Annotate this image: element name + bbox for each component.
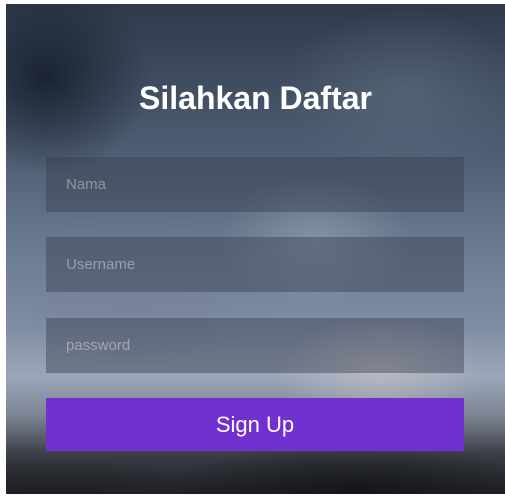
signup-card: Silahkan Daftar Sign Up [6, 4, 505, 494]
page-title: Silahkan Daftar [139, 80, 372, 116]
name-input[interactable] [46, 157, 464, 212]
username-input[interactable] [46, 237, 464, 292]
password-input[interactable] [46, 318, 464, 373]
sign-up-button[interactable]: Sign Up [46, 398, 464, 451]
